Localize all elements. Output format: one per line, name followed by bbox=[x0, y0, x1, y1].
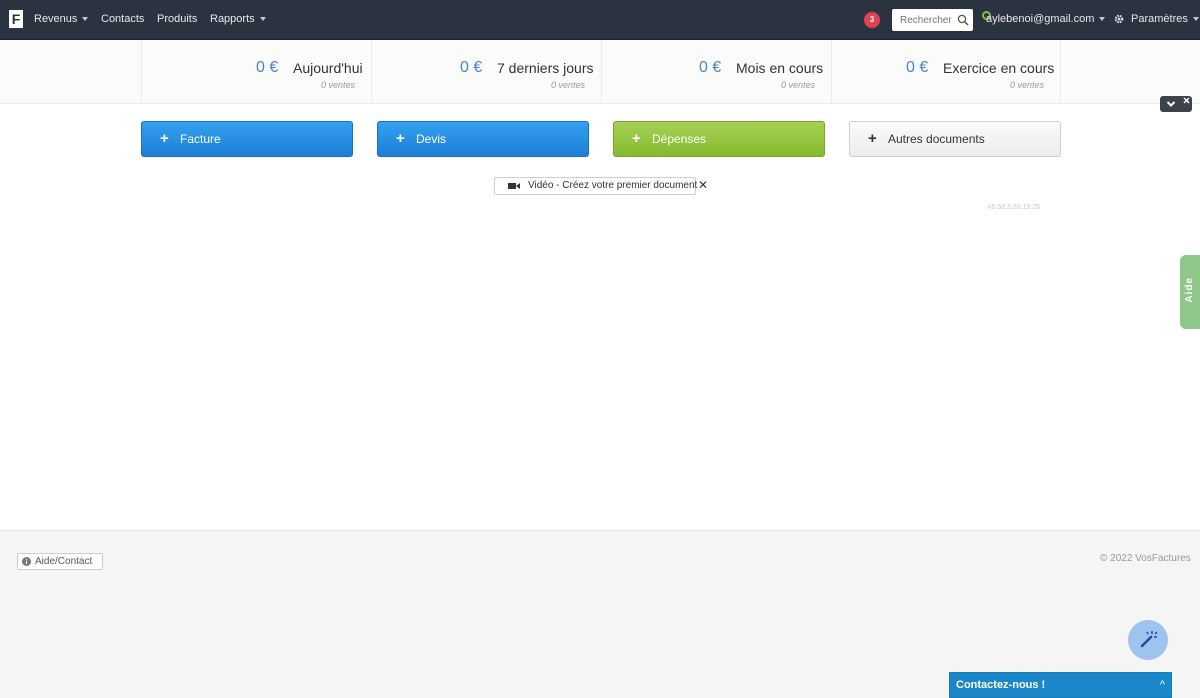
plus-icon: + bbox=[160, 130, 169, 147]
user-menu[interactable]: aylebenoi@gmail.com bbox=[986, 0, 1106, 40]
search-icon[interactable] bbox=[957, 14, 969, 26]
contact-us-bar[interactable]: Contactez-nous ! ^ bbox=[949, 672, 1172, 698]
nav-rapports[interactable]: Rapports bbox=[210, 0, 266, 40]
copyright-text: © 2022 VosFactures bbox=[1100, 553, 1191, 564]
help-side-tab-label: Aide bbox=[1184, 277, 1195, 303]
video-camera-icon bbox=[508, 183, 520, 189]
stat-month: 0 € Mois en cours 0 ventes bbox=[601, 40, 831, 104]
other-documents-button[interactable]: + Autres documents bbox=[849, 121, 1061, 157]
stat-sub: 0 ventes bbox=[550, 80, 585, 90]
plus-icon: + bbox=[396, 130, 405, 147]
stat-sub: 0 ventes bbox=[320, 80, 355, 90]
info-icon bbox=[22, 557, 31, 566]
close-icon[interactable] bbox=[1183, 97, 1190, 104]
top-navbar: F Revenus Contacts Produits Rapports 3 a… bbox=[0, 0, 1200, 40]
app-logo[interactable]: F bbox=[9, 10, 23, 28]
help-contact-label: Aide/Contact bbox=[35, 556, 93, 567]
stat-amount: 0 € bbox=[460, 59, 483, 76]
other-documents-label: Autres documents bbox=[888, 132, 985, 146]
video-tutorial-link[interactable]: Vidéo - Créez votre premier document bbox=[494, 177, 698, 195]
help-side-tab[interactable]: Aide bbox=[1180, 255, 1200, 329]
new-invoice-button[interactable]: + Facture bbox=[141, 121, 353, 157]
stat-7-days: 0 € 7 derniers jours 0 ventes bbox=[371, 40, 601, 104]
user-email: aylebenoi@gmail.com bbox=[986, 13, 1095, 25]
caret-down-icon bbox=[259, 17, 266, 22]
nav-parametres[interactable]: Paramètres bbox=[1131, 0, 1199, 40]
nav-parametres-label: Paramètres bbox=[1131, 13, 1188, 25]
notification-badge[interactable]: 3 bbox=[864, 12, 880, 28]
stat-fiscal-year: 0 € Exercice en cours 0 ventes bbox=[831, 40, 1061, 104]
nav-produits[interactable]: Produits bbox=[157, 0, 197, 40]
nav-revenus[interactable]: Revenus bbox=[34, 0, 89, 40]
stat-label: Aujourd'hui bbox=[293, 60, 363, 76]
nav-revenus-label: Revenus bbox=[34, 13, 78, 25]
plus-icon: + bbox=[632, 130, 641, 147]
stat-today: 0 € Aujourd'hui 0 ventes bbox=[141, 40, 371, 104]
search-input[interactable] bbox=[892, 9, 954, 31]
video-tutorial-label: Vidéo - Créez votre premier document bbox=[528, 180, 698, 191]
help-contact-button[interactable]: Aide/Contact bbox=[17, 553, 103, 570]
new-quote-button[interactable]: + Devis bbox=[377, 121, 589, 157]
stat-sub: 0 ventes bbox=[1009, 80, 1044, 90]
collapse-panel-control[interactable] bbox=[1160, 96, 1192, 112]
collapse-chevron-icon[interactable] bbox=[1166, 100, 1176, 108]
close-icon[interactable]: ✕ bbox=[698, 178, 708, 192]
search-box bbox=[892, 9, 973, 31]
plus-icon: + bbox=[868, 130, 877, 147]
stat-label: Exercice en cours bbox=[943, 60, 1055, 76]
new-quote-label: Devis bbox=[416, 132, 447, 146]
stat-amount: 0 € bbox=[699, 59, 722, 76]
magic-wand-button[interactable] bbox=[1128, 620, 1168, 660]
caret-down-icon bbox=[1099, 17, 1106, 22]
stats-row: 0 € Aujourd'hui 0 ventes 0 € 7 derniers … bbox=[0, 40, 1200, 104]
stat-label: 7 derniers jours bbox=[497, 60, 594, 76]
nav-rapports-label: Rapports bbox=[210, 13, 255, 25]
gear-icon bbox=[1114, 14, 1124, 24]
stat-amount: 0 € bbox=[256, 59, 279, 76]
caret-down-icon bbox=[82, 17, 89, 22]
version-label: v5.58.8.20.15.26 bbox=[988, 204, 1041, 211]
stat-amount: 0 € bbox=[906, 59, 929, 76]
chevron-up-icon: ^ bbox=[1159, 679, 1165, 691]
new-expense-button[interactable]: + Dépenses bbox=[613, 121, 825, 157]
stat-label: Mois en cours bbox=[736, 60, 824, 76]
nav-contacts[interactable]: Contacts bbox=[101, 0, 144, 40]
new-invoice-label: Facture bbox=[180, 132, 221, 146]
caret-down-icon bbox=[1192, 17, 1199, 22]
contact-us-label: Contactez-nous ! bbox=[956, 679, 1046, 691]
magic-wand-icon bbox=[1140, 631, 1158, 648]
stat-sub: 0 ventes bbox=[780, 80, 815, 90]
new-expense-label: Dépenses bbox=[652, 132, 707, 146]
